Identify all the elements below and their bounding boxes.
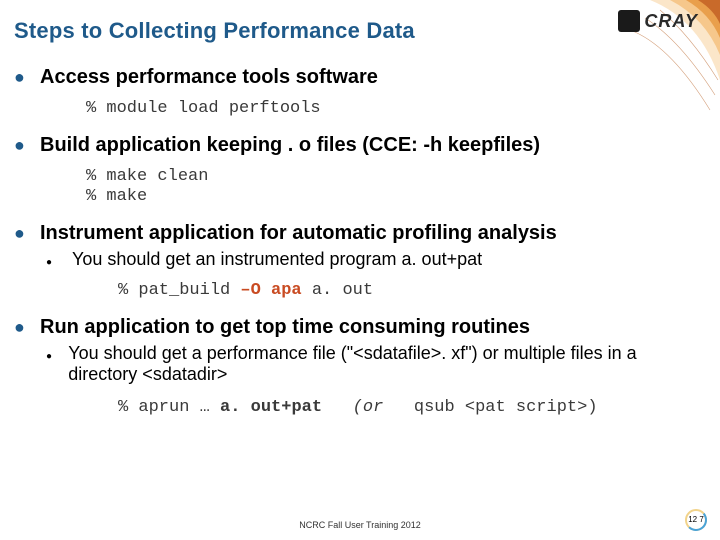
item-heading: Instrument application for automatic pro…: [40, 222, 557, 245]
list-item: ● Instrument application for automatic p…: [14, 222, 696, 302]
bullet-icon: ●: [46, 255, 72, 271]
list-item: ● Access performance tools software % mo…: [14, 66, 696, 120]
code-block: % module load perftools: [86, 99, 696, 120]
brand-logo-mark: [618, 10, 640, 32]
slide: CRAY Steps to Collecting Performance Dat…: [0, 0, 720, 540]
page-number-text: 12 7: [684, 508, 708, 532]
brand-logo-text: CRAY: [644, 11, 698, 32]
code-block: % pat_build –O apa a. out: [118, 281, 696, 302]
bullet-icon: ●: [14, 224, 40, 242]
code-flag: –O apa: [240, 281, 301, 300]
item-subtext: You should get an instrumented program a…: [72, 249, 482, 270]
slide-title: Steps to Collecting Performance Data: [14, 18, 696, 44]
list-item: ● Run application to get top time consum…: [14, 316, 696, 419]
item-heading: Run application to get top time consumin…: [40, 316, 530, 339]
code-block: % make clean % make: [86, 167, 696, 208]
brand-logo: CRAY: [618, 10, 698, 32]
code-text: % pat_build: [118, 281, 240, 300]
item-heading: Build application keeping . o files (CCE…: [40, 134, 540, 157]
item-heading: Access performance tools software: [40, 66, 378, 89]
code-bold: a. out+pat: [220, 398, 322, 417]
bullet-icon: ●: [14, 68, 40, 86]
code-text: % aprun …: [118, 398, 220, 417]
slide-footer: NCRC Fall User Training 2012: [0, 520, 720, 530]
list-item: ● You should get a performance file ("<s…: [46, 343, 696, 419]
list-item: ● Build application keeping . o files (C…: [14, 134, 696, 208]
code-italic: (or: [322, 398, 414, 417]
bullet-icon: ●: [14, 136, 40, 154]
list-item: ● You should get an instrumented program…: [46, 249, 696, 302]
bullet-icon: ●: [46, 349, 68, 365]
code-text: a. out: [302, 281, 373, 300]
item-subtext: You should get a performance file ("<sda…: [68, 343, 696, 384]
code-block: % aprun … a. out+pat (or qsub <pat scrip…: [118, 398, 696, 419]
slide-content: ● Access performance tools software % mo…: [14, 66, 696, 419]
bullet-icon: ●: [14, 318, 40, 336]
code-text: qsub <pat script>): [414, 398, 598, 417]
page-number-badge: 12 7: [684, 508, 708, 532]
